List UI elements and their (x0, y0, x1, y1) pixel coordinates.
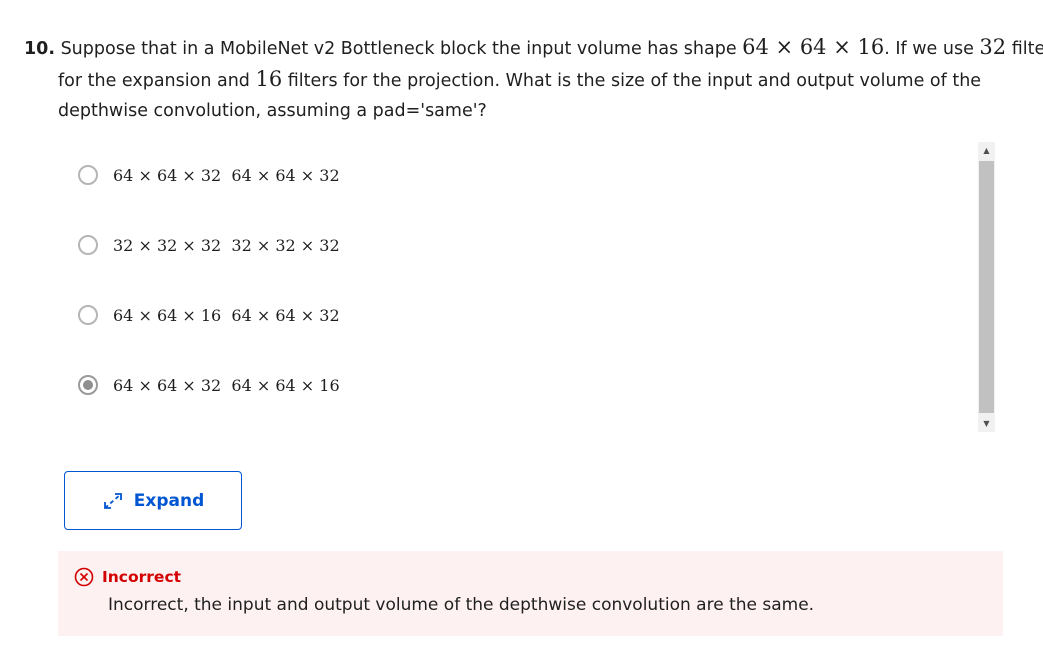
answer-option-4[interactable]: 64 × 64 × 32 64 × 64 × 16 (78, 370, 340, 400)
answer-option-2[interactable]: 32 × 32 × 32 32 × 32 × 32 (78, 230, 340, 260)
math-shape: 64 × 64 × 16 (742, 35, 885, 59)
question-text-part: filters for the projection. What is the … (282, 71, 982, 91)
question-line-3: depthwise convolution, assuming a pad='s… (58, 101, 487, 121)
feedback-status: Incorrect (74, 567, 181, 587)
math-projection-filters: 16 (255, 67, 283, 91)
question-text: 10. Suppose that in a MobileNet v2 Bottl… (24, 32, 1043, 126)
radio-button-1[interactable] (78, 165, 98, 185)
scrollbar-thumb[interactable] (979, 161, 994, 413)
feedback-panel: Incorrect Incorrect, the input and outpu… (58, 551, 1003, 636)
expand-button[interactable]: Expand (64, 471, 242, 530)
radio-button-4-selected[interactable] (78, 375, 98, 395)
question-text-part: for the expansion and (58, 71, 256, 91)
vertical-scrollbar[interactable]: ▲ ▼ (978, 142, 995, 432)
math-expansion-filters: 32 (979, 35, 1007, 59)
expand-arrows-icon (103, 492, 122, 509)
radio-button-2[interactable] (78, 235, 98, 255)
feedback-message: Incorrect, the input and output volume o… (108, 595, 815, 615)
answer-option-label: 32 × 32 × 32 32 × 32 × 32 (113, 235, 340, 255)
scroll-down-arrow-icon[interactable]: ▼ (978, 415, 995, 432)
answer-option-3[interactable]: 64 × 64 × 16 64 × 64 × 32 (78, 300, 340, 330)
answer-option-label: 64 × 64 × 32 64 × 64 × 16 (113, 375, 340, 395)
feedback-status-label: Incorrect (102, 568, 182, 586)
radio-button-3[interactable] (78, 305, 98, 325)
answer-option-label: 64 × 64 × 16 64 × 64 × 32 (113, 305, 340, 325)
answer-option-label: 64 × 64 × 32 64 × 64 × 32 (113, 165, 340, 185)
answer-option-1[interactable]: 64 × 64 × 32 64 × 64 × 32 (78, 160, 340, 190)
x-circle-icon (74, 567, 94, 587)
question-text-part: filters (1011, 39, 1043, 59)
question-text-part: . If we use (884, 39, 980, 59)
scroll-up-arrow-icon[interactable]: ▲ (978, 142, 995, 159)
expand-button-label: Expand (133, 490, 205, 511)
question-line-1: 10. Suppose that in a MobileNet v2 Bottl… (24, 32, 1043, 64)
question-line-2: for the expansion and 16 filters for the… (24, 64, 1004, 96)
question-text-part: Suppose that in a MobileNet v2 Bottlenec… (55, 39, 743, 59)
question-number: 10. (24, 39, 56, 59)
